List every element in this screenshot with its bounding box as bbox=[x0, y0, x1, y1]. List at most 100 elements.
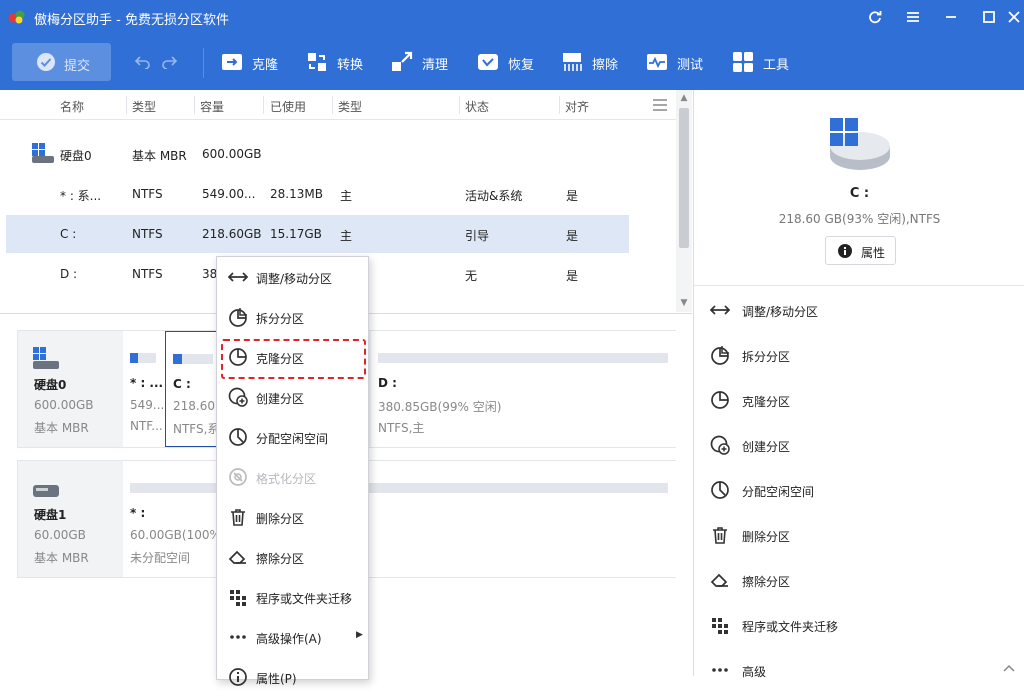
resize-move-icon bbox=[228, 272, 248, 282]
row-capacity: 549.00... bbox=[202, 187, 256, 201]
table-row[interactable]: 硬盘0 基本 MBR 600.00GB bbox=[0, 135, 676, 173]
table-scrollbar[interactable]: ▲ ▼ bbox=[676, 90, 692, 312]
menu-item-wipe[interactable]: 擦除分区 bbox=[217, 537, 368, 577]
action-create[interactable]: 创建分区 bbox=[710, 433, 1010, 457]
create-partition-icon bbox=[710, 435, 730, 455]
close-button[interactable] bbox=[1006, 7, 1022, 27]
more-icon bbox=[230, 635, 246, 639]
convert-icon bbox=[308, 53, 326, 71]
menu-item-resize-move[interactable]: 调整/移动分区 bbox=[217, 257, 368, 297]
menu-item-allocate[interactable]: 分配空闲空间 bbox=[217, 417, 368, 457]
partition-block[interactable]: * : 60.00GB(100% 未分配空间 bbox=[123, 461, 676, 577]
action-clone[interactable]: 克隆分区 bbox=[710, 388, 1010, 412]
migrate-icon bbox=[712, 618, 728, 634]
row-used: 15.17GB bbox=[270, 227, 322, 241]
header-part-type[interactable]: 类型 bbox=[338, 98, 362, 115]
action-resize-move[interactable]: 调整/移动分区 bbox=[710, 298, 1010, 322]
menu-item-label: 调整/移动分区 bbox=[256, 272, 333, 286]
header-used[interactable]: 已使用 bbox=[270, 98, 306, 115]
partition-fs: NTFS,主 bbox=[378, 421, 425, 435]
format-icon bbox=[229, 468, 247, 486]
disk-size: 60.00GB bbox=[34, 528, 86, 542]
split-partition-icon bbox=[711, 346, 729, 365]
partition-info: 380.85GB(99% 空闲) bbox=[378, 400, 502, 414]
eraser-icon bbox=[710, 573, 728, 587]
action-split[interactable]: 拆分分区 bbox=[710, 343, 1010, 367]
menu-button[interactable] bbox=[902, 7, 924, 27]
undo-icon[interactable] bbox=[134, 53, 152, 69]
row-status: 活动&系统 bbox=[465, 189, 523, 203]
partition-block[interactable]: * : ... 549... NTF... bbox=[123, 331, 165, 447]
menu-item-label: 属性(P) bbox=[256, 672, 297, 686]
menu-item-split[interactable]: 拆分分区 bbox=[217, 297, 368, 337]
maximize-button[interactable] bbox=[978, 7, 1000, 27]
scroll-down-icon[interactable]: ▼ bbox=[679, 298, 689, 308]
action-label: 删除分区 bbox=[742, 530, 791, 544]
cleanup-icon bbox=[392, 51, 413, 71]
partition-name: D : bbox=[378, 376, 397, 390]
redo-icon[interactable] bbox=[160, 53, 178, 69]
menu-item-format: 格式化分区 bbox=[217, 457, 368, 497]
submit-button[interactable]: 提交 bbox=[12, 43, 111, 81]
table-row-selected[interactable]: C : NTFS 218.60GB 15.17GB 主 引导 是 bbox=[6, 215, 629, 253]
minimize-button[interactable] bbox=[940, 7, 962, 27]
toolbar-separator bbox=[203, 48, 204, 78]
refresh-button[interactable] bbox=[864, 7, 886, 27]
usage-fill bbox=[130, 353, 138, 363]
row-status: 引导 bbox=[465, 229, 490, 243]
header-status[interactable]: 状态 bbox=[465, 98, 489, 115]
header-divider bbox=[126, 96, 127, 114]
action-delete[interactable]: 删除分区 bbox=[710, 523, 1010, 547]
scroll-thumb[interactable] bbox=[679, 108, 689, 248]
allocate-space-icon bbox=[229, 428, 247, 446]
row-align: 是 bbox=[566, 229, 579, 243]
usage-bar bbox=[130, 353, 156, 363]
properties-button[interactable]: 属性 bbox=[825, 236, 896, 265]
right-panel: C : 218.60 GB(93% 空闲),NTFS 属性 调整/移动分区 拆分… bbox=[693, 90, 1024, 679]
resize-grip-icon[interactable] bbox=[1003, 664, 1015, 672]
disk-icon bbox=[32, 143, 54, 163]
table-row[interactable]: * : 系... NTFS 549.00... 28.13MB 主 活动&系统 … bbox=[0, 175, 676, 213]
menu-item-label: 删除分区 bbox=[256, 512, 305, 526]
row-part-type: 主 bbox=[340, 189, 353, 203]
scroll-up-icon[interactable]: ▲ bbox=[679, 93, 689, 103]
maximize-icon bbox=[983, 11, 995, 23]
eraser-icon bbox=[228, 550, 246, 564]
header-capacity[interactable]: 容量 bbox=[200, 98, 224, 115]
more-icon bbox=[712, 668, 728, 672]
row-type: 基本 MBR bbox=[132, 149, 187, 163]
header-align[interactable]: 对齐 bbox=[565, 98, 589, 115]
header-type[interactable]: 类型 bbox=[132, 98, 156, 115]
split-partition-icon bbox=[229, 308, 247, 327]
menu-item-create[interactable]: 创建分区 bbox=[217, 377, 368, 417]
menu-item-label: 分配空闲空间 bbox=[256, 432, 329, 446]
partition-disk-icon bbox=[830, 118, 890, 170]
action-allocate[interactable]: 分配空闲空间 bbox=[710, 478, 1010, 502]
header-name[interactable]: 名称 bbox=[60, 98, 84, 115]
menu-item-delete[interactable]: 删除分区 bbox=[217, 497, 368, 537]
header-divider bbox=[263, 96, 264, 114]
row-name: 硬盘0 bbox=[60, 149, 92, 163]
action-label: 擦除分区 bbox=[742, 575, 791, 589]
clone-partition-icon bbox=[711, 391, 729, 409]
action-advanced[interactable]: 高级 bbox=[710, 658, 1010, 682]
usage-bar bbox=[130, 483, 668, 493]
action-label: 程序或文件夹迁移 bbox=[742, 620, 839, 634]
wipe-icon bbox=[563, 53, 582, 71]
column-settings-icon[interactable] bbox=[652, 99, 668, 111]
row-name: * : 系... bbox=[60, 189, 102, 203]
action-migrate[interactable]: 程序或文件夹迁移 bbox=[710, 613, 1010, 637]
menu-item-properties[interactable]: 属性(P) bbox=[217, 657, 368, 697]
partition-block-selected[interactable]: C : 218.60 NTFS,系 bbox=[165, 331, 220, 447]
header-divider bbox=[332, 96, 333, 114]
action-label: 克隆分区 bbox=[742, 395, 791, 409]
menu-item-migrate[interactable]: 程序或文件夹迁移 bbox=[217, 577, 368, 617]
action-wipe[interactable]: 擦除分区 bbox=[710, 568, 1010, 592]
partition-fs: NTFS,系 bbox=[173, 422, 220, 436]
menu-item-advanced[interactable]: 高级操作(A) ▶ bbox=[217, 617, 368, 657]
disk-icon bbox=[33, 347, 59, 369]
partition-block[interactable]: D : 380.85GB(99% 空闲) NTFS,主 bbox=[371, 331, 676, 447]
disk-icon bbox=[33, 485, 59, 497]
usage-bar bbox=[173, 354, 213, 364]
action-label: 调整/移动分区 bbox=[742, 305, 819, 319]
